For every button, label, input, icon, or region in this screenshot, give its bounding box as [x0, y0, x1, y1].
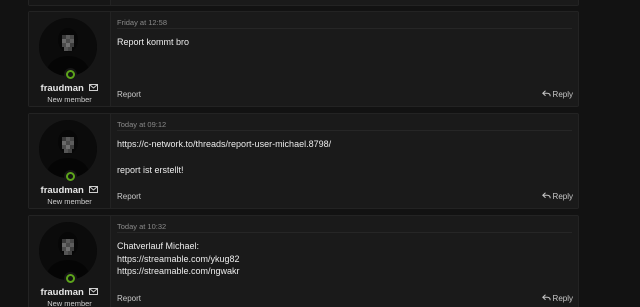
user-title: New member: [47, 95, 92, 104]
post-body: https://c-network.to/threads/report-user…: [117, 138, 572, 176]
post-content-cell: Friday at 12:58 Report kommt bro Report …: [111, 12, 578, 106]
post-3: fraudman New member Today at 10:32 Chatv…: [28, 215, 579, 307]
reply-label: Reply: [552, 294, 573, 303]
post-content-cell: Today at 10:32 Chatverlauf Michael: http…: [111, 216, 578, 307]
post-date-link[interactable]: Friday at 12:58: [117, 18, 167, 27]
reply-icon: [541, 294, 551, 301]
report-button[interactable]: Report: [117, 90, 141, 99]
user-title: New member: [47, 197, 92, 206]
online-status-icon: [64, 272, 77, 285]
post-link[interactable]: https://streamable.com/ngwakr: [117, 265, 572, 278]
user-cell: [29, 0, 111, 5]
post-user-cell: fraudman New member: [29, 114, 111, 208]
post-link[interactable]: https://c-network.to/threads/report-user…: [117, 138, 572, 151]
username-row: fraudman: [29, 83, 110, 94]
online-status-icon: [64, 170, 77, 183]
envelope-icon[interactable]: [89, 287, 99, 295]
user-title: New member: [47, 299, 92, 307]
post-text-line: Chatverlauf Michael:: [117, 241, 200, 251]
thread-posts-page: fraudman New member Friday at 12:58 Repo…: [0, 0, 640, 307]
post-link[interactable]: https://streamable.com/ykug82: [117, 253, 572, 266]
post-text-line: Report kommt bro: [117, 37, 190, 47]
post-body: Report kommt bro: [117, 36, 572, 49]
post-date-link[interactable]: Today at 10:32: [117, 222, 166, 231]
reply-label: Reply: [552, 192, 573, 201]
post-content-cell: Today at 09:12 https://c-network.to/thre…: [111, 114, 578, 208]
report-button[interactable]: Report: [117, 294, 141, 303]
username-row: fraudman: [29, 185, 110, 196]
envelope-icon[interactable]: [89, 83, 99, 91]
post-text-line: report ist erstellt!: [117, 164, 184, 175]
username-link[interactable]: fraudman: [41, 83, 84, 94]
divider: [117, 28, 572, 29]
username-link[interactable]: fraudman: [41, 185, 84, 196]
reply-button[interactable]: Reply: [541, 294, 573, 303]
reply-label: Reply: [552, 90, 573, 99]
post-user-cell: fraudman New member: [29, 216, 111, 307]
previous-post-fragment: [28, 0, 579, 6]
reply-icon: [541, 192, 551, 199]
username-link[interactable]: fraudman: [41, 287, 84, 298]
reply-button[interactable]: Reply: [541, 192, 573, 201]
online-status-icon: [64, 68, 77, 81]
post-body: Chatverlauf Michael: https://streamable.…: [117, 240, 572, 278]
post-user-cell: fraudman New member: [29, 12, 111, 106]
username-row: fraudman: [29, 287, 110, 298]
envelope-icon[interactable]: [89, 185, 99, 193]
divider: [117, 232, 572, 233]
post-date-link[interactable]: Today at 09:12: [117, 120, 166, 129]
post-2: fraudman New member Today at 09:12 https…: [28, 113, 579, 209]
post-1: fraudman New member Friday at 12:58 Repo…: [28, 11, 579, 107]
report-button[interactable]: Report: [117, 192, 141, 201]
reply-button[interactable]: Reply: [541, 90, 573, 99]
reply-icon: [541, 90, 551, 97]
divider: [117, 130, 572, 131]
